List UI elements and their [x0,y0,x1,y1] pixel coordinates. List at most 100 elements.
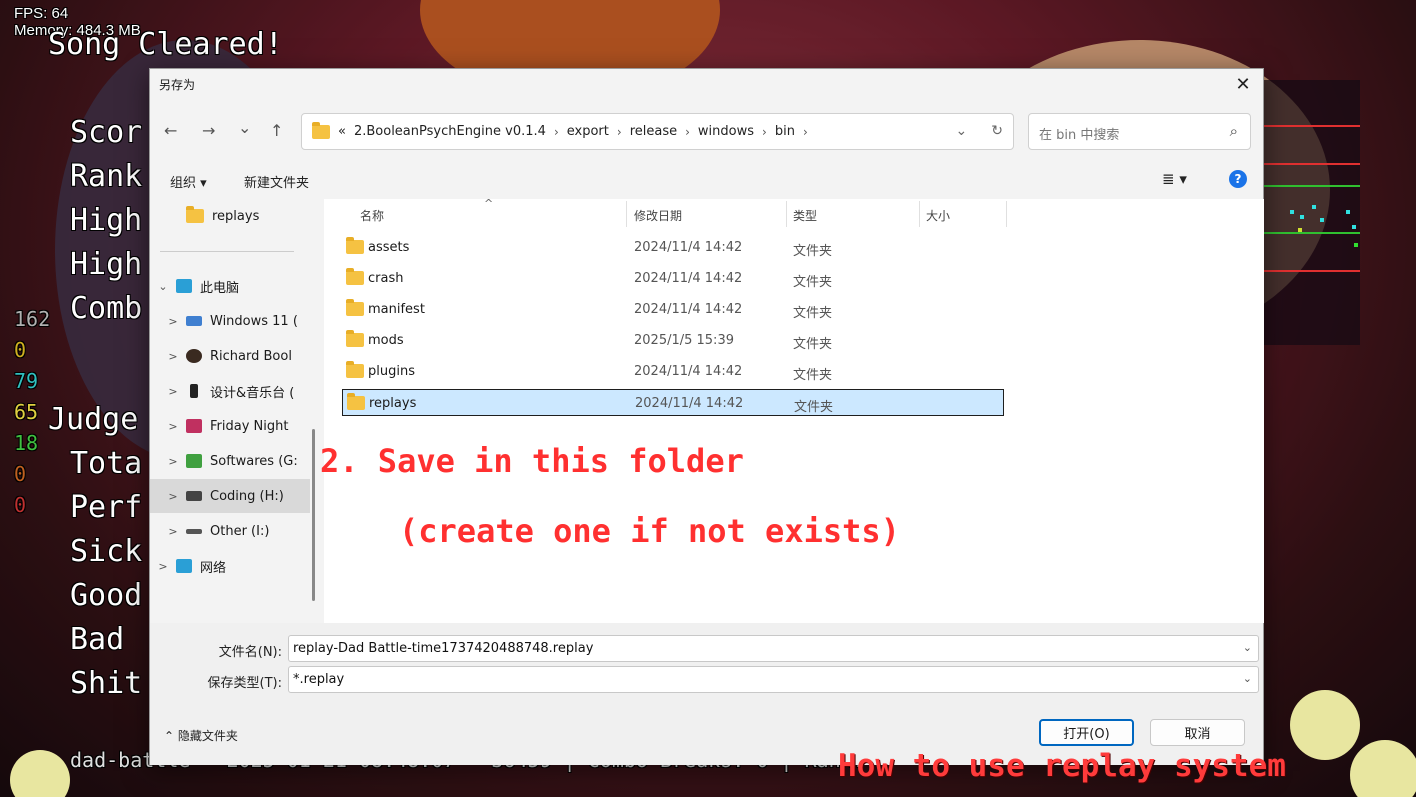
cancel-button[interactable]: 取消 [1150,719,1245,746]
column-date[interactable]: 修改日期 [634,207,682,224]
file-row[interactable]: assets 2024/11/4 14:42 文件夹 [342,234,1004,261]
folder-icon [346,330,364,347]
chevron-right-icon[interactable]: > [160,315,186,328]
file-row[interactable]: plugins 2024/11/4 14:42 文件夹 [342,358,1004,385]
tutorial-title: How to use replay system [838,748,1286,784]
chevron-right-icon[interactable]: › [762,125,767,139]
breadcrumb-item[interactable]: release [630,124,677,139]
computer-icon [176,279,192,293]
chevron-right-icon[interactable]: › [685,125,690,139]
drive-icon [186,528,202,534]
scrollbar[interactable] [312,429,315,601]
recent-locations-icon[interactable]: ⌄ [238,118,251,137]
nav-item-softwares-drive[interactable]: > Softwares (G: [150,444,310,478]
folder-icon [312,121,330,139]
stat-number: 0 [14,493,27,517]
stat-number: 65 [14,400,39,424]
nav-item-network[interactable]: > 网络 [150,549,310,583]
chevron-right-icon[interactable]: › [617,125,622,139]
chevron-down-icon[interactable]: ⌄ [1243,672,1252,685]
file-row[interactable]: crash 2024/11/4 14:42 文件夹 [342,265,1004,292]
view-options-icon[interactable]: ≣ ▾ [1162,170,1187,188]
stat-label: Scor [70,115,143,150]
breadcrumb-item[interactable]: bin [775,124,795,139]
file-row-selected[interactable]: replays 2024/11/4 14:42 文件夹 [342,389,1004,416]
breadcrumb-item[interactable]: 2.BooleanPsychEngine v0.1.4 [354,124,546,139]
organize-button[interactable]: 组织 ▾ [170,172,207,191]
column-type[interactable]: 类型 [793,207,817,224]
judge-stat: Bad [70,622,125,657]
chevron-right-icon[interactable]: > [160,455,186,468]
stat-label: High [70,247,143,282]
file-row[interactable]: mods 2025/1/5 15:39 文件夹 [342,327,1004,354]
folder-icon [346,299,364,316]
open-button[interactable]: 打开(O) [1039,719,1134,746]
up-arrow-icon[interactable]: ↑ [270,121,283,140]
address-bar[interactable]: « 2.BooleanPsychEngine v0.1.4 › export ›… [301,113,1014,150]
search-placeholder: 在 bin 中搜索 [1039,128,1120,143]
folder-icon [186,206,204,223]
save-options: 文件名(N): replay-Dad Battle-time1737420488… [150,623,1263,765]
navigation-bar: ← → ⌄ ↑ « 2.BooleanPsychEngine v0.1.4 › … [150,113,1263,151]
nav-item-other-drive[interactable]: > Other (I:) [150,514,310,548]
nav-item-design-drive[interactable]: > 设计&音乐台 ( [150,374,310,408]
nav-item-this-pc[interactable]: ⌄ 此电脑 [150,269,310,303]
chevron-right-icon[interactable]: > [150,560,176,573]
nav-item-friday-night[interactable]: > Friday Night [150,409,310,443]
help-icon[interactable]: ? [1229,170,1247,188]
breadcrumb-item[interactable]: export [567,124,609,139]
filename-input[interactable]: replay-Dad Battle-time1737420488748.repl… [288,635,1259,662]
user-avatar-icon [186,349,202,363]
hide-folders-toggle[interactable]: ⌃ 隐藏文件夹 [164,727,238,744]
forward-arrow-icon[interactable]: → [202,121,215,140]
judge-stat: Sick [70,534,143,569]
filetype-label: 保存类型(T): [207,676,282,691]
chevron-down-icon[interactable]: ⌄ [956,123,968,139]
command-bar: 组织 ▾ 新建文件夹 ≣ ▾ ? [150,167,1263,195]
chevron-right-icon[interactable]: > [160,490,186,503]
column-size[interactable]: 大小 [926,207,950,224]
chevron-down-icon[interactable]: ⌄ [150,280,176,293]
chevron-right-icon[interactable]: › [803,125,808,139]
stat-number: 18 [14,431,39,455]
chevron-right-icon[interactable]: › [554,125,559,139]
stat-label: Comb [70,291,143,326]
chevron-down-icon[interactable]: ⌄ [1243,641,1252,654]
stat-number: 0 [14,338,27,362]
filetype-select[interactable]: *.replay ⌄ [288,666,1259,693]
judge-stat: Shit [70,666,143,701]
chevron-right-icon[interactable]: > [160,525,186,538]
file-list: ^ 名称 修改日期 类型 大小 assets 2024/11/4 14:42 文… [324,197,1264,623]
chevron-right-icon[interactable]: > [160,385,186,398]
drive-icon [186,316,202,326]
close-icon[interactable]: ✕ [1223,69,1263,99]
judge-stat: Perf [70,490,143,525]
judge-title: Judge [48,402,139,437]
drive-icon [190,384,198,398]
save-as-dialog: 另存为 ✕ ← → ⌄ ↑ « 2.BooleanPsychEngine v0.… [149,68,1264,765]
new-folder-button[interactable]: 新建文件夹 [244,172,309,191]
file-row[interactable]: manifest 2024/11/4 14:42 文件夹 [342,296,1004,323]
breadcrumb-item[interactable]: windows [698,124,754,139]
chevron-right-icon[interactable]: > [160,350,186,363]
nav-item-replays[interactable]: replays [150,199,310,233]
search-icon[interactable]: ⌕ [1230,122,1238,140]
nav-item-coding-drive[interactable]: > Coding (H:) [150,479,310,513]
nav-item-windows-drive[interactable]: > Windows 11 ( [150,304,310,338]
folder-icon [346,268,364,285]
breadcrumb-overflow[interactable]: « [338,124,346,139]
nav-item-user-folder[interactable]: > Richard Bool [150,339,310,373]
chevron-right-icon[interactable]: > [160,420,186,433]
back-arrow-icon[interactable]: ← [164,121,177,140]
filename-label: 文件名(N): [218,645,282,660]
stat-number: 162 [14,307,51,331]
drive-icon [186,491,202,501]
song-cleared-title: Song Cleared! [48,27,283,62]
network-icon [176,559,192,573]
stat-number: 79 [14,369,39,393]
search-input[interactable]: 在 bin 中搜索 ⌕ [1028,113,1251,150]
stat-label: Rank [70,159,143,194]
sort-arrow-icon: ^ [484,197,494,210]
refresh-icon[interactable]: ↻ [991,123,1003,139]
column-name[interactable]: 名称 [360,207,384,224]
